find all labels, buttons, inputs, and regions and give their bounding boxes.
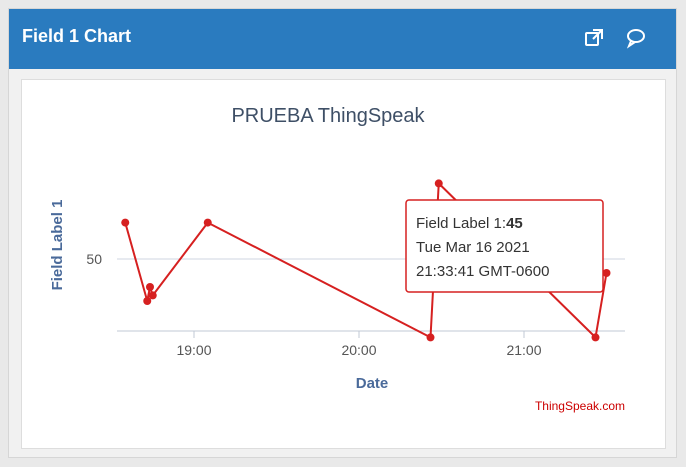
tooltip-time: 21:33:41 GMT-0600	[416, 263, 549, 280]
tooltip-series-line: Field Label 1:45	[416, 215, 523, 232]
y-axis-label: Field Label 1	[49, 200, 66, 291]
data-point	[146, 283, 154, 291]
tooltip-date: Tue Mar 16 2021	[416, 239, 530, 256]
data-point	[148, 291, 157, 300]
chart-title: PRUEBA ThingSpeak	[231, 105, 425, 127]
chart-widget: Field 1 Chart PRUEBA ThingSpeak Field La…	[8, 8, 677, 458]
x-tick-label: 21:00	[506, 342, 541, 358]
tooltip-series-label: Field Label 1:	[416, 215, 506, 232]
page-background: Field 1 Chart PRUEBA ThingSpeak Field La…	[0, 0, 686, 467]
external-link-icon[interactable]	[583, 27, 605, 49]
widget-title: Field 1 Chart	[22, 26, 132, 46]
data-point	[591, 333, 600, 342]
data-point	[434, 179, 443, 188]
tooltip-value: 45	[506, 215, 523, 232]
x-tick-label: 20:00	[341, 342, 376, 358]
data-point	[121, 218, 130, 227]
y-tick-label: 50	[86, 251, 102, 267]
tooltip: Field Label 1:45 Tue Mar 16 2021 21:33:4…	[405, 199, 604, 293]
x-tick-label: 19:00	[176, 342, 211, 358]
x-axis-label: Date	[356, 375, 389, 392]
chart-panel: PRUEBA ThingSpeak Field Label 1 Date 19:…	[21, 79, 666, 449]
thingspeak-credit-link[interactable]: ThingSpeak.com	[535, 399, 625, 413]
widget-header: Field 1 Chart	[9, 9, 676, 69]
comment-icon[interactable]	[625, 27, 647, 49]
line-chart: PRUEBA ThingSpeak Field Label 1 Date 19:…	[49, 105, 625, 413]
data-point	[203, 218, 212, 227]
data-point	[426, 333, 435, 342]
